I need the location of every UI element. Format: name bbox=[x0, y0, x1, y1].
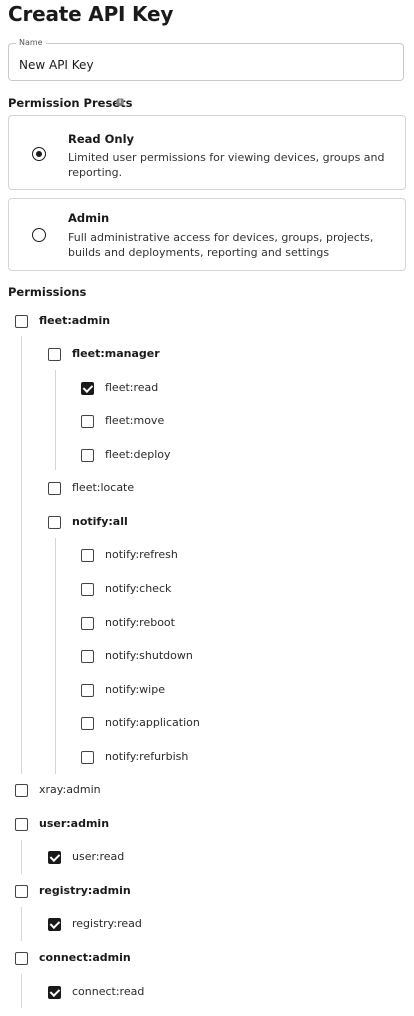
name-field-value[interactable]: New API Key bbox=[19, 58, 94, 72]
checkbox[interactable] bbox=[81, 382, 94, 395]
perm-label: notify:shutdown bbox=[105, 649, 193, 662]
perm-label: xray:admin bbox=[39, 783, 101, 796]
checkbox[interactable] bbox=[15, 818, 28, 831]
perm-label: fleet:move bbox=[105, 414, 165, 427]
checkbox[interactable] bbox=[81, 650, 94, 663]
tree-line bbox=[21, 974, 22, 1008]
perm-label: registry:admin bbox=[39, 884, 131, 897]
perm-label: fleet:read bbox=[105, 381, 159, 394]
tree-line bbox=[21, 907, 22, 941]
preset-read-only-description: Limited user permissions for viewing dev… bbox=[68, 151, 385, 179]
checkbox[interactable] bbox=[15, 784, 28, 797]
checkbox[interactable] bbox=[48, 986, 61, 999]
perm-label: notify:reboot bbox=[105, 616, 175, 629]
perm-label: notify:all bbox=[72, 515, 128, 528]
perm-label: notify:refurbish bbox=[105, 750, 189, 763]
checkbox[interactable] bbox=[81, 549, 94, 562]
permissions-heading: Permissions bbox=[8, 285, 87, 299]
perm-label: fleet:deploy bbox=[105, 448, 171, 461]
checkbox[interactable] bbox=[15, 315, 28, 328]
tree-line bbox=[55, 370, 56, 470]
perm-label: connect:admin bbox=[39, 951, 131, 964]
perm-label: fleet:manager bbox=[72, 347, 160, 360]
checkbox[interactable] bbox=[81, 751, 94, 764]
perm-label: notify:wipe bbox=[105, 683, 165, 696]
tree-line bbox=[55, 538, 56, 774]
preset-admin-title: Admin bbox=[68, 211, 110, 225]
permission-presets-heading: Permission Presets bbox=[8, 96, 133, 110]
tree-line bbox=[21, 336, 22, 774]
perm-label: user:admin bbox=[39, 817, 110, 830]
checkbox[interactable] bbox=[15, 952, 28, 965]
radio-read-only[interactable] bbox=[32, 147, 46, 161]
checkbox[interactable] bbox=[48, 918, 61, 931]
checkbox[interactable] bbox=[48, 348, 61, 361]
checkbox[interactable] bbox=[48, 482, 61, 495]
checkbox[interactable] bbox=[81, 617, 94, 630]
checkbox[interactable] bbox=[81, 449, 94, 462]
preset-admin[interactable]: Admin Full administrative access for dev… bbox=[8, 198, 406, 271]
perm-label: notify:application bbox=[105, 716, 200, 729]
perm-label: notify:refresh bbox=[105, 548, 178, 561]
tree-line bbox=[21, 840, 22, 874]
checkbox[interactable] bbox=[48, 851, 61, 864]
perm-label: user:read bbox=[72, 850, 125, 863]
radio-admin[interactable] bbox=[32, 228, 46, 242]
checkbox[interactable] bbox=[48, 516, 61, 529]
perm-label: fleet:locate bbox=[72, 481, 135, 494]
info-icon[interactable]: i bbox=[116, 98, 124, 106]
preset-read-only-title: Read Only bbox=[68, 132, 135, 146]
checkbox[interactable] bbox=[81, 684, 94, 697]
checkbox[interactable] bbox=[15, 885, 28, 898]
checkbox[interactable] bbox=[81, 583, 94, 596]
perm-label: connect:read bbox=[72, 985, 145, 998]
checkbox[interactable] bbox=[81, 415, 94, 428]
checkbox[interactable] bbox=[81, 717, 94, 730]
name-field-label: Name bbox=[16, 38, 46, 47]
perm-label: notify:check bbox=[105, 582, 172, 595]
perm-label: fleet:admin bbox=[39, 314, 111, 327]
preset-admin-description: Full administrative access for devices, … bbox=[68, 231, 374, 259]
preset-read-only[interactable]: Read Only Limited user permissions for v… bbox=[8, 115, 406, 190]
page-title: Create API Key bbox=[8, 2, 174, 26]
perm-label: registry:read bbox=[72, 917, 142, 930]
